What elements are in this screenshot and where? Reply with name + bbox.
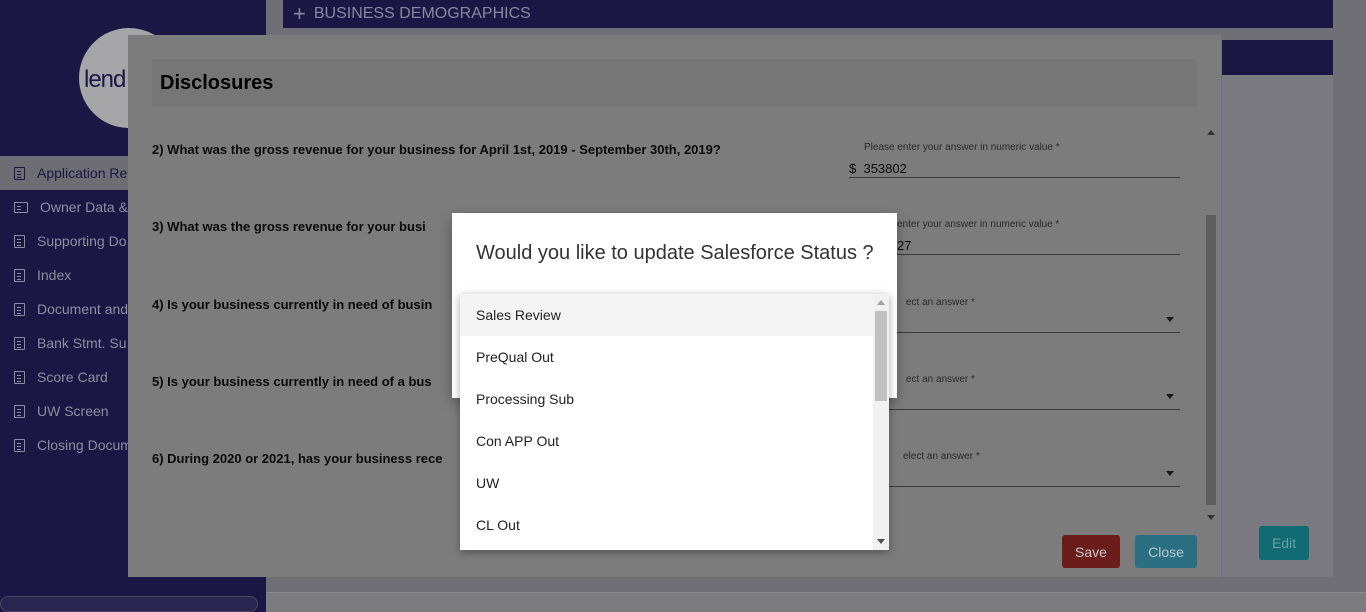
document-icon [14,302,25,316]
document-icon [14,370,25,384]
question-5: 5) Is your business currently in need of… [152,374,432,389]
chevron-down-icon [1166,471,1174,476]
sidebar-item-label: Score Card [37,369,108,385]
logo-text: lend [84,66,126,93]
question-6-select[interactable]: elect an answer * [849,451,1180,487]
sidebar-item-label: UW Screen [37,403,109,419]
scroll-thumb[interactable] [1206,215,1216,505]
scroll-down-icon[interactable] [877,539,885,544]
sidebar-item-label: Application Re [37,165,128,181]
document-icon [14,268,25,282]
status-option-uw[interactable]: UW [460,462,873,504]
dropdown-scrollbar[interactable] [873,294,889,550]
field-label: ect an answer * [906,374,975,385]
sidebar-item-label: Supporting Do [37,233,127,249]
document-icon [14,166,25,180]
sidebar-item-label: Bank Stmt. Su [37,335,127,351]
sidebar-item-label: Owner Data & [40,199,128,215]
revenue-2019-field[interactable]: Please enter your answer in numeric valu… [849,142,1180,178]
field-label: elect an answer * [903,451,980,462]
edit-button[interactable]: Edit [1259,526,1309,560]
status-dropdown-list[interactable]: Sales Review PreQual Out Processing Sub … [460,294,889,550]
chevron-down-icon [1166,317,1174,322]
status-option-sales-review[interactable]: Sales Review [460,294,873,336]
field-label: ect an answer * [906,297,975,308]
question-4-select[interactable]: ect an answer * [849,297,1180,333]
section-bar-secondary[interactable] [1222,40,1333,75]
bottom-strip [266,592,1366,612]
scroll-thumb[interactable] [875,311,887,401]
status-option-cl-out[interactable]: CL Out [460,504,873,546]
modal-title: Disclosures [160,71,274,94]
scroll-up-icon[interactable] [1207,130,1215,135]
chevron-down-icon [1166,394,1174,399]
document-icon [14,438,25,452]
close-button[interactable]: Close [1135,535,1197,568]
content-panel [1222,75,1333,577]
dialog-title: Would you like to update Salesforce Stat… [476,242,874,264]
scroll-up-icon[interactable] [877,300,885,305]
field-value: 27 [897,238,912,253]
sidebar-item-label: Closing Docum [37,437,132,453]
sidebar-item-label: Index [37,267,72,283]
field-label: Please enter your answer in numeric valu… [864,142,1060,153]
plus-icon: + [293,1,306,26]
field-label: enter your answer in numeric value * [897,219,1060,230]
question-2: 2) What was the gross revenue for your b… [152,142,721,157]
field-value: $ 353802 [849,161,907,176]
status-option-con-app-out[interactable]: Con APP Out [460,420,873,462]
scroll-down-icon[interactable] [1207,515,1215,520]
status-option-processing-sub[interactable]: Processing Sub [460,378,873,420]
question-4: 4) Is your business currently in need of… [152,297,433,312]
question-3: 3) What was the gross revenue for your b… [152,219,426,234]
document-icon [14,404,25,418]
section-bar-label: BUSINESS DEMOGRAPHICS [313,5,531,22]
save-button[interactable]: Save [1062,535,1120,568]
modal-scrollbar[interactable] [1204,130,1218,525]
section-bar-business-demographics[interactable]: + BUSINESS DEMOGRAPHICS [283,0,1333,28]
sidebar-item-label: Document and [37,301,129,317]
modal-header: Disclosures [152,59,1197,107]
image-icon [14,201,28,213]
revenue-q3-field[interactable]: enter your answer in numeric value * 27 [849,219,1180,255]
document-icon [14,234,25,248]
question-5-select[interactable]: ect an answer * [849,374,1180,410]
document-icon [14,336,25,350]
question-6: 6) During 2020 or 2021, has your busines… [152,451,443,466]
status-option-prequal-out[interactable]: PreQual Out [460,336,873,378]
sidebar-scrollbar[interactable] [0,596,258,612]
